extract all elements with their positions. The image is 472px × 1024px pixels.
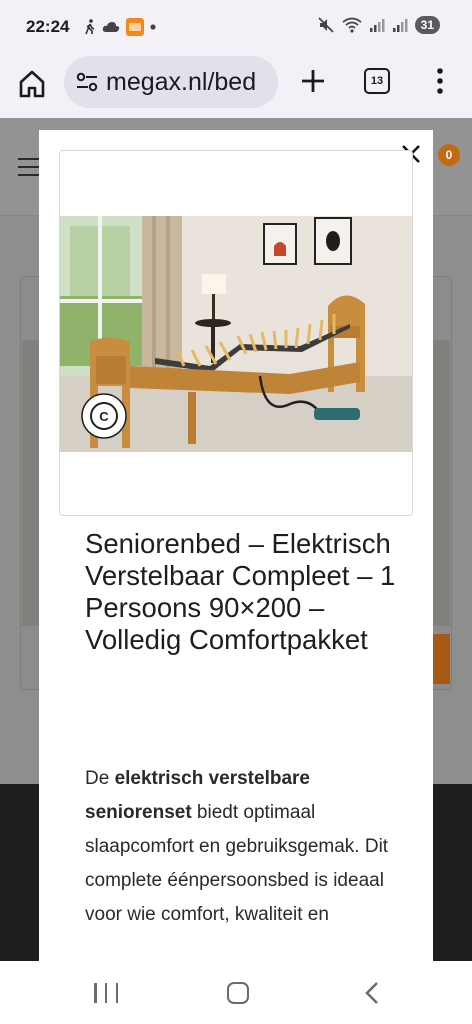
battery-indicator: 31	[414, 16, 440, 34]
recent-apps-button[interactable]	[94, 983, 118, 1003]
status-left-icons	[84, 18, 156, 36]
wifi-icon	[342, 17, 362, 33]
browser-toolbar: megax.nl/bed 13	[0, 56, 472, 118]
status-time: 22:24	[26, 17, 70, 36]
address-bar[interactable]: megax.nl/bed	[64, 56, 278, 108]
back-icon[interactable]	[362, 981, 382, 1005]
product-title: Seniorenbed – Elektrisch Verstelbaar Com…	[85, 528, 396, 655]
mute-icon	[318, 17, 334, 33]
site-settings-icon[interactable]	[76, 72, 98, 92]
hamburger-menu-icon	[18, 158, 40, 182]
cart-count-badge: 0	[438, 144, 460, 166]
signal-icon	[369, 19, 385, 32]
home-button[interactable]	[227, 982, 249, 1004]
product-image[interactable]: C	[60, 216, 412, 452]
home-icon[interactable]	[16, 68, 48, 100]
product-description: De elektrisch verstelbare seniorenset bi…	[85, 762, 395, 932]
description-text-1: De	[85, 768, 115, 789]
url-text[interactable]: megax.nl/bed	[106, 68, 256, 97]
status-bar: 22:24 31	[0, 0, 472, 56]
product-quickview-modal: C Seniorenbed – Elektrisch Verstelbaar C…	[39, 130, 433, 961]
tab-switcher-button[interactable]: 13	[364, 68, 390, 94]
new-tab-icon[interactable]	[296, 64, 330, 98]
dot-icon	[150, 24, 156, 30]
app-notification-icon	[126, 18, 144, 36]
cloud-icon	[102, 22, 120, 32]
product-image-frame[interactable]: C	[59, 150, 413, 516]
system-navigation-bar	[0, 961, 472, 1024]
status-right-icons: 31	[317, 16, 440, 34]
svg-text:C: C	[99, 409, 109, 424]
walking-icon	[85, 19, 95, 35]
signal-icon-2	[392, 19, 408, 32]
more-menu-icon[interactable]	[428, 64, 452, 98]
